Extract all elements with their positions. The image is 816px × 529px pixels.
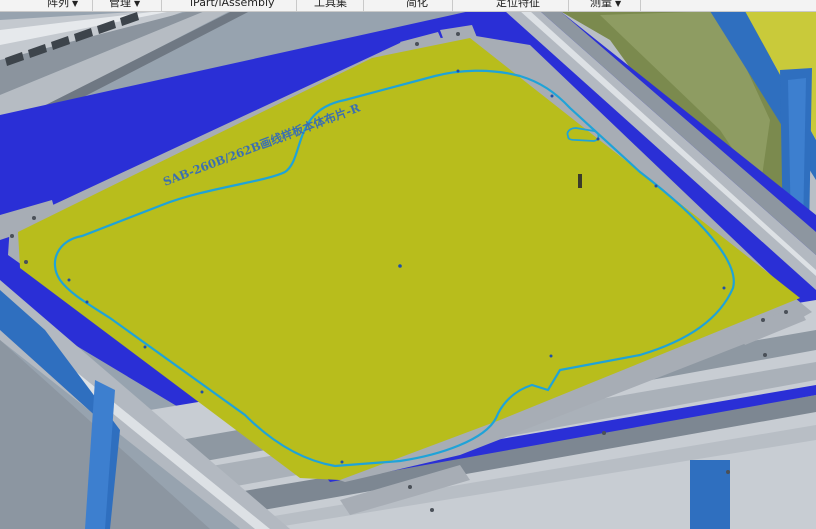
ribbon-separator — [296, 0, 297, 11]
model-scene[interactable]: SAB-260B/262B画线样板本体布片-R — [0, 11, 816, 529]
ribbon-tab-manage[interactable]: 管理 ▼ — [109, 0, 140, 11]
ribbon-separator — [363, 0, 364, 11]
ribbon-tab-measure[interactable]: 测量 ▼ — [590, 0, 621, 11]
ribbon-tab-simplify[interactable]: 简化 — [406, 0, 428, 11]
ribbon-panel-bar: 阵列 ▼ 管理 ▼ iPart/iAssembly 工具集 简化 定位特征 测量 ▼ — [0, 0, 816, 12]
chevron-down-icon: ▼ — [615, 0, 622, 8]
ribbon-tab-pattern[interactable]: 阵列 ▼ — [47, 0, 78, 11]
chevron-down-icon: ▼ — [134, 0, 141, 8]
chevron-down-icon: ▼ — [72, 0, 79, 8]
ribbon-separator — [161, 0, 162, 11]
locating-pin-icon — [578, 174, 582, 188]
ribbon-tab-work-features[interactable]: 定位特征 — [496, 0, 540, 11]
ribbon-separator — [568, 0, 569, 11]
ribbon-separator — [452, 0, 453, 11]
ribbon-separator — [92, 0, 93, 11]
ribbon-separator — [640, 0, 641, 11]
3d-model-viewport[interactable]: SAB-260B/262B画线样板本体布片-R — [0, 11, 816, 529]
ribbon-tab-toolset[interactable]: 工具集 — [314, 0, 347, 11]
ribbon-tab-ipart-iassembly[interactable]: iPart/iAssembly — [190, 0, 275, 11]
